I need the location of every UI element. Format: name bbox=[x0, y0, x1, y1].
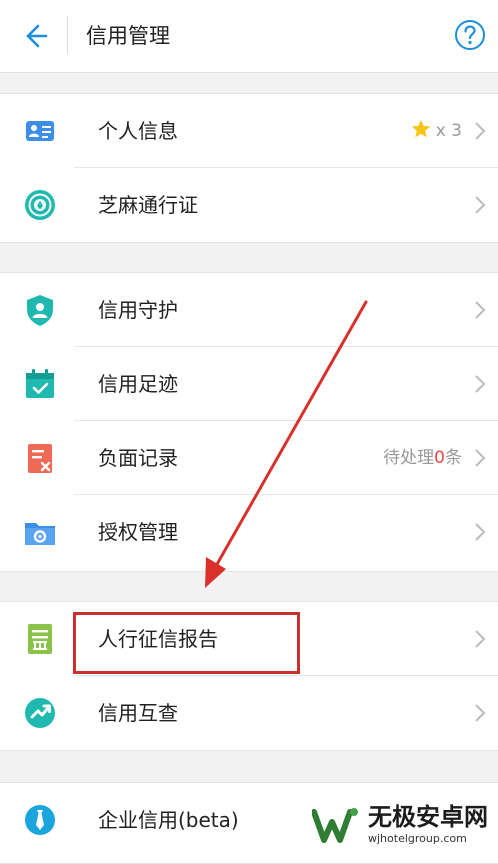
calendar-check-icon bbox=[26, 369, 54, 398]
sesame-passport-icon bbox=[25, 190, 55, 220]
star-rating: x 3 bbox=[410, 94, 462, 168]
row-authorization[interactable]: 授权管理 bbox=[0, 495, 498, 569]
chevron-right-icon bbox=[475, 196, 486, 214]
row-mutual-credit-check[interactable]: 信用互查 bbox=[0, 676, 498, 750]
row-label: 信用足迹 bbox=[98, 372, 178, 396]
star-icon bbox=[411, 119, 430, 138]
chevron-right-icon bbox=[475, 630, 486, 648]
row-label: 个人信息 bbox=[98, 119, 178, 143]
row-sesame-passport[interactable]: 芝麻通行证 bbox=[0, 168, 498, 242]
folder-gear-icon bbox=[25, 523, 55, 545]
row-label: 芝麻通行证 bbox=[98, 193, 198, 217]
app-header: 信用管理 bbox=[0, 0, 498, 73]
tie-icon bbox=[25, 805, 55, 835]
pending-count: 0 bbox=[434, 448, 445, 468]
row-label: 企业信用(beta) bbox=[98, 808, 239, 832]
mutual-check-icon bbox=[25, 698, 55, 728]
negative-record-icon bbox=[28, 444, 52, 473]
pending-status: 待处理0条 bbox=[383, 421, 462, 495]
chevron-right-icon bbox=[475, 449, 486, 467]
annotation-highlight-box bbox=[73, 612, 300, 674]
pending-suffix: 条 bbox=[445, 448, 462, 468]
chevron-right-icon bbox=[475, 301, 486, 319]
help-icon[interactable] bbox=[454, 19, 486, 51]
row-label: 授权管理 bbox=[98, 520, 178, 544]
row-credit-footprint[interactable]: 信用足迹 bbox=[0, 347, 498, 421]
group-personal: 个人信息 x 3 芝麻通行证 bbox=[0, 93, 498, 243]
row-personal-info[interactable]: 个人信息 x 3 bbox=[0, 94, 498, 168]
shield-user-icon bbox=[27, 295, 53, 326]
page-title: 信用管理 bbox=[86, 24, 170, 48]
id-card-icon bbox=[26, 121, 54, 141]
back-arrow-icon[interactable] bbox=[16, 18, 52, 54]
chevron-right-icon bbox=[475, 122, 486, 140]
row-negative-record[interactable]: 负面记录 待处理0条 bbox=[0, 421, 498, 495]
pending-prefix: 待处理 bbox=[383, 448, 435, 468]
watermark-logo-icon bbox=[312, 808, 358, 843]
row-credit-guard[interactable]: 信用守护 bbox=[0, 273, 498, 347]
row-label: 信用互查 bbox=[98, 701, 178, 725]
chevron-right-icon bbox=[475, 523, 486, 541]
watermark-url: wjhotelgroup.com bbox=[368, 832, 467, 845]
header-divider bbox=[67, 16, 68, 54]
star-count: x 3 bbox=[435, 121, 462, 141]
chevron-right-icon bbox=[475, 704, 486, 722]
chevron-right-icon bbox=[475, 375, 486, 393]
row-label: 信用守护 bbox=[98, 298, 178, 322]
watermark: 无极安卓网 wjhotelgroup.com bbox=[312, 800, 498, 852]
bank-report-icon bbox=[28, 624, 52, 654]
watermark-name: 无极安卓网 bbox=[368, 803, 488, 831]
row-label: 负面记录 bbox=[98, 446, 178, 470]
group-credit: 信用守护 信用足迹 负面记录 待处理0条 授权管理 bbox=[0, 272, 498, 572]
